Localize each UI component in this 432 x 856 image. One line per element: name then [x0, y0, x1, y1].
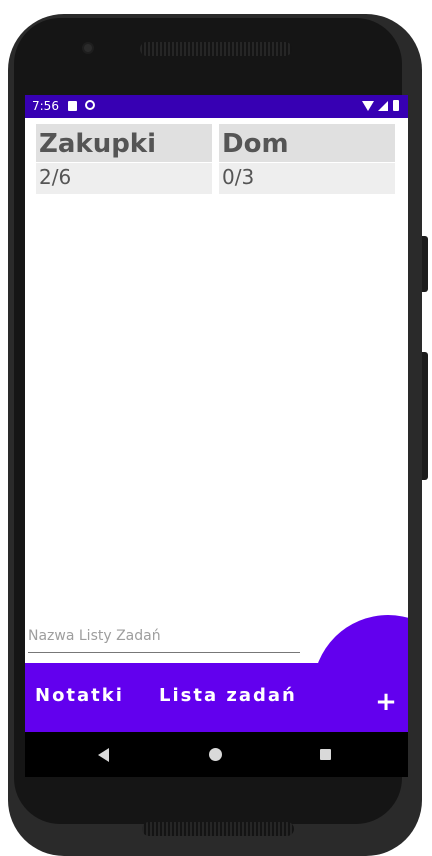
list-card-zakupki[interactable]: Zakupki 2/6: [36, 124, 212, 194]
list-card-progress: 0/3: [219, 163, 395, 194]
wifi-icon: [362, 101, 374, 111]
notes-tab[interactable]: Notatki: [35, 685, 124, 706]
recents-icon[interactable]: [320, 749, 331, 760]
back-icon[interactable]: [98, 748, 109, 762]
status-time: 7:56: [32, 99, 59, 113]
home-icon[interactable]: [209, 748, 222, 761]
list-name-input[interactable]: [28, 622, 300, 653]
list-card-progress: 2/6: [36, 163, 212, 194]
task-list-tab[interactable]: Lista zadań: [159, 685, 297, 706]
system-nav-bar: [25, 732, 408, 777]
status-bar: 7:56: [25, 95, 408, 118]
list-card-dom[interactable]: Dom 0/3: [219, 124, 395, 194]
sd-card-icon: [68, 101, 77, 111]
signal-icon: [378, 101, 388, 111]
power-button: [422, 236, 428, 292]
app-screen: 7:56 Zakupki 2/6 Dom 0/3 Notatki Lista z…: [25, 95, 408, 777]
bottom-speaker: [142, 822, 294, 836]
add-button[interactable]: +: [373, 687, 399, 717]
do-not-disturb-icon: [85, 100, 95, 110]
list-card-title: Zakupki: [36, 124, 212, 162]
earpiece-speaker: [140, 42, 292, 56]
battery-icon: [393, 100, 399, 111]
list-card-title: Dom: [219, 124, 395, 162]
front-camera: [84, 44, 92, 52]
volume-button: [422, 352, 428, 480]
